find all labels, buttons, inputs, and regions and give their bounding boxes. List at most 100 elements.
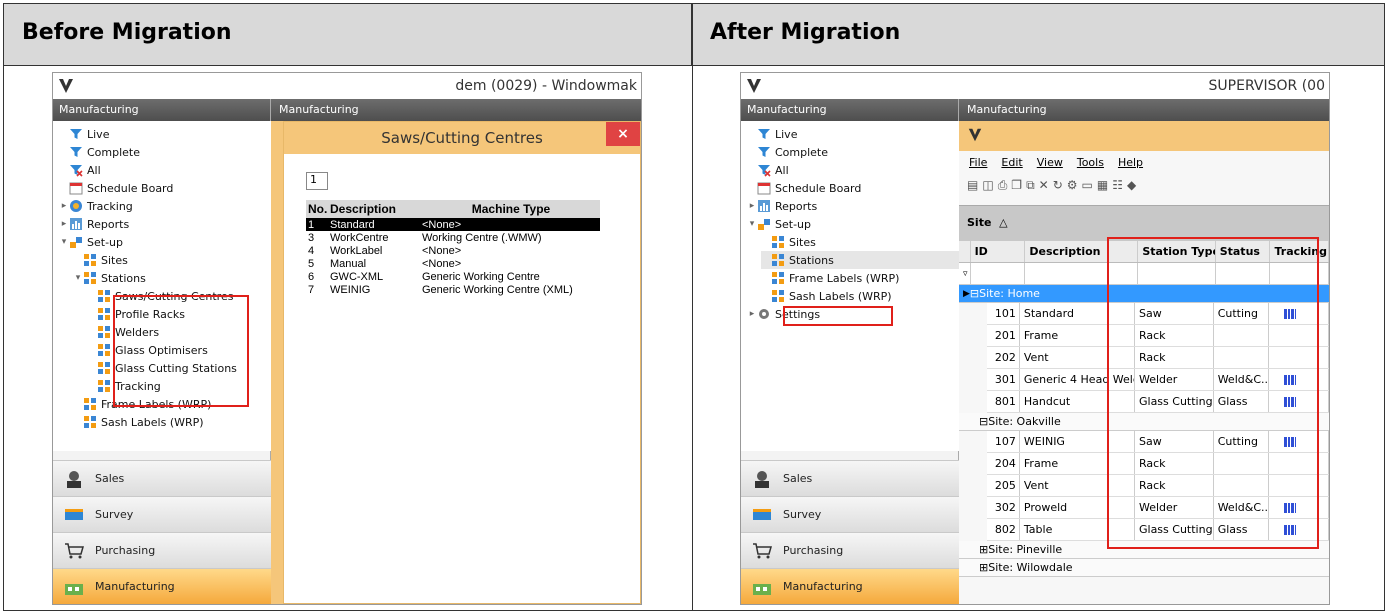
table-row[interactable]: 4 WorkLabel <None>: [306, 244, 600, 257]
menu-file[interactable]: File: [969, 156, 987, 169]
tree-item-label: Schedule Board: [87, 181, 174, 195]
nav-button-manufacturing[interactable]: Manufacturing: [53, 568, 271, 604]
nav-button-survey[interactable]: Survey: [741, 496, 959, 532]
copy-icon[interactable]: ❐: [1011, 178, 1022, 192]
tree-item[interactable]: Sites: [761, 233, 816, 251]
nav-button-label: Purchasing: [95, 544, 156, 557]
main-header: Manufacturing: [959, 99, 1329, 121]
tree-item[interactable]: Complete: [59, 143, 140, 161]
row-indicator-icon: ▶: [963, 288, 970, 299]
station-icon: [83, 415, 97, 429]
tree-item[interactable]: ▾ Stations: [73, 269, 146, 287]
tree-item-label: Sites: [101, 253, 128, 267]
paste-icon[interactable]: ⧉: [1026, 178, 1035, 193]
tree-item[interactable]: ▸ Reports: [747, 197, 817, 215]
group-by-label: Site: [967, 216, 992, 229]
group-icon[interactable]: ▭: [1082, 178, 1093, 192]
tree-item[interactable]: Complete: [747, 143, 828, 161]
cell-description: GWC-XML: [330, 270, 384, 283]
refresh-icon[interactable]: ↻: [1053, 178, 1063, 192]
table-row[interactable]: 3 WorkCentre Working Centre (.WMW): [306, 231, 600, 244]
tree-item-label: Sash Labels (WRP): [789, 289, 892, 303]
all-icon: [69, 163, 83, 177]
menu-tools[interactable]: Tools: [1077, 156, 1104, 169]
sales-icon: [63, 470, 85, 488]
columns-highlight-box: [1107, 237, 1319, 549]
delete-icon[interactable]: ✕: [1039, 178, 1049, 192]
close-button[interactable]: ×: [606, 122, 640, 146]
tree-item[interactable]: All: [59, 161, 101, 179]
expand-icon[interactable]: ▸: [747, 309, 757, 319]
nav-button-sales[interactable]: Sales: [53, 460, 271, 496]
table-row[interactable]: 1 Standard <None>: [306, 218, 600, 231]
all-icon: [757, 163, 771, 177]
expand-icon[interactable]: ▾: [59, 237, 69, 247]
expand-icon[interactable]: ▾: [747, 219, 757, 229]
tree-item[interactable]: Stations: [761, 251, 961, 269]
col-no[interactable]: No.: [306, 202, 328, 216]
nav-button-purchasing[interactable]: Purchasing: [53, 532, 271, 568]
tree-item[interactable]: ▾ Set-up: [59, 233, 123, 251]
manufacturing-icon: [751, 578, 773, 596]
tree-item[interactable]: Sites: [73, 251, 128, 269]
nav-header: Manufacturing: [53, 99, 270, 121]
expand-icon[interactable]: ▾: [73, 273, 83, 283]
expand-icon[interactable]: ⊞: [979, 543, 988, 556]
cell-no: 5: [308, 257, 315, 270]
menu-edit[interactable]: Edit: [1001, 156, 1022, 169]
record-spin-input[interactable]: 1: [306, 172, 328, 190]
menu-bar: File Edit View Tools Help: [959, 151, 1329, 173]
tree-item[interactable]: ▸ Tracking: [59, 197, 133, 215]
tree-item[interactable]: Live: [747, 125, 797, 143]
group-by-bar[interactable]: Site △: [959, 205, 1329, 241]
before-header: Before Migration: [4, 4, 692, 66]
saws-table: No. Description Machine Type 1 Standard <N…: [306, 200, 600, 296]
reports-icon: [69, 217, 83, 231]
collapse-icon[interactable]: ⊟: [979, 415, 988, 428]
site-group-row[interactable]: ⊞ Site: Wilowdale: [959, 559, 1329, 577]
nav-button-sales[interactable]: Sales: [741, 460, 959, 496]
print-icon[interactable]: ⎙: [998, 178, 1008, 193]
tree-item-label: Schedule Board: [775, 181, 862, 195]
tree-item[interactable]: Schedule Board: [747, 179, 861, 197]
collapse-icon[interactable]: ⊟: [970, 287, 979, 300]
col-machine-type[interactable]: Machine Type: [418, 202, 600, 216]
tree-item[interactable]: Frame Labels (WRP): [761, 269, 899, 287]
col-description[interactable]: Description: [328, 202, 418, 216]
help-icon[interactable]: ◆: [1127, 178, 1136, 192]
cell-no: 4: [308, 244, 315, 257]
tree-item[interactable]: All: [747, 161, 789, 179]
cell-id: 101: [987, 303, 1020, 324]
station-icon: [771, 289, 785, 303]
expand-icon[interactable]: ▸: [59, 201, 69, 211]
main-area: Saws/Cutting Centres × 1 No. Description…: [271, 121, 641, 604]
expand-icon[interactable]: ⊞: [979, 561, 988, 574]
site-label: Site: Oakville: [988, 415, 1061, 428]
tree-item[interactable]: ▾ Set-up: [747, 215, 811, 233]
nav-button-manufacturing[interactable]: Manufacturing: [741, 568, 959, 604]
tree-item[interactable]: Sash Labels (WRP): [73, 413, 204, 431]
tree-item[interactable]: ▸ Reports: [59, 215, 129, 233]
nav-button-label: Manufacturing: [783, 580, 863, 593]
col-id[interactable]: ID: [971, 241, 1026, 262]
tree-item-label: Sites: [789, 235, 816, 249]
menu-help[interactable]: Help: [1118, 156, 1143, 169]
table-row[interactable]: 7 WEINIG Generic Working Centre (XML): [306, 283, 600, 296]
table-row[interactable]: 6 GWC-XML Generic Working Centre: [306, 270, 600, 283]
tree-item[interactable]: Schedule Board: [59, 179, 173, 197]
site-label: Site: Pineville: [988, 543, 1063, 556]
tree-item[interactable]: Live: [59, 125, 109, 143]
nav-button-survey[interactable]: Survey: [53, 496, 271, 532]
properties-icon[interactable]: ☷: [1112, 178, 1123, 192]
preview-icon[interactable]: ◫: [982, 178, 993, 192]
filter-icon[interactable]: ⚙: [1067, 178, 1078, 192]
new-icon[interactable]: ▤: [967, 178, 978, 192]
expand-icon[interactable]: ▸: [747, 201, 757, 211]
columns-icon[interactable]: ▦: [1097, 178, 1108, 192]
table-row[interactable]: 5 Manual <None>: [306, 257, 600, 270]
tree-item-label: All: [87, 163, 101, 177]
menu-view[interactable]: View: [1037, 156, 1063, 169]
tree-item[interactable]: Sash Labels (WRP): [761, 287, 892, 305]
nav-button-purchasing[interactable]: Purchasing: [741, 532, 959, 568]
expand-icon[interactable]: ▸: [59, 219, 69, 229]
